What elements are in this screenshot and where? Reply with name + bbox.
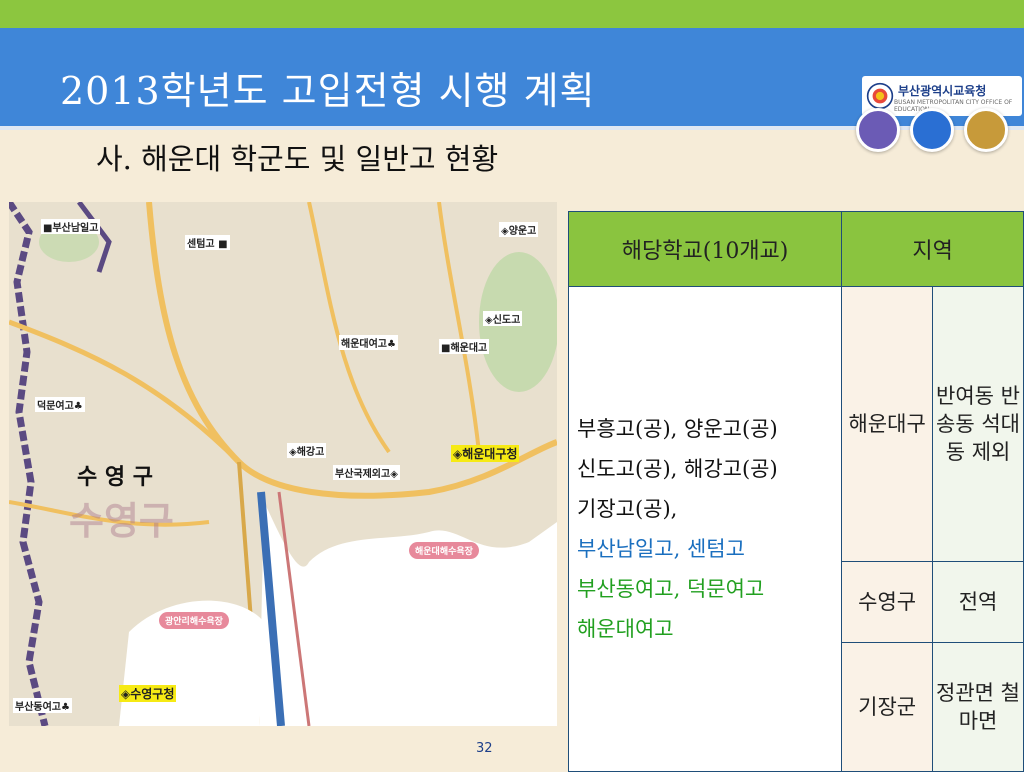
school-entry: 부산남일고, 센텀고: [577, 537, 745, 561]
map-label-busan-dongyeo: 부산동여고♣: [13, 698, 72, 713]
map-label-haeundae-yeogo: 해운대여고♣: [339, 335, 398, 350]
slide-title: 2013학년도 고입전형 시행 계획: [60, 69, 596, 113]
page-number: 32: [476, 741, 493, 756]
school-entry: 신도고(공), 해강고(공): [577, 457, 778, 481]
map-label-haegang: ◈해강고: [287, 443, 327, 458]
map-label-haeundae-office: ◈해운대구청: [451, 445, 520, 462]
decorative-dots: [856, 108, 1016, 152]
area-cell: 정관면 철마면: [932, 642, 1024, 772]
school-table: 해당학교(10개교) 지역 부흥고(공), 양운고(공) 신도고(공), 해강고…: [567, 211, 1024, 772]
top-stripe: [0, 0, 1024, 28]
map-label-deokmun: 덕문여고♣: [35, 397, 85, 412]
area-cell: 전역: [932, 561, 1024, 643]
area-cell: 반여동 반송동 석대동 제외: [932, 286, 1024, 562]
school-district-map: ■부산남일고 센텀고 ■ ◈양운고 ◈신도고 해운대여고♣ ■해운대고 덕문여고…: [9, 202, 557, 726]
school-entry: 기장고(공),: [577, 497, 678, 521]
gu-cell: 기장군: [841, 642, 934, 772]
purple-dot: [856, 108, 900, 152]
slide-subtitle: 사. 해운대 학군도 및 일반고 현황: [96, 142, 499, 176]
map-label-centum: 센텀고 ■: [185, 235, 230, 250]
map-district-watermark: 수영구: [69, 499, 174, 543]
school-entry: 부산동여고, 덕문여고: [577, 577, 765, 601]
gu-cell: 수영구: [841, 561, 934, 643]
map-label-haeundae-go: ■해운대고: [439, 339, 490, 354]
map-label-gukje: 부산국제외고◈: [333, 465, 400, 480]
map-district-label: 수 영 구: [77, 465, 154, 490]
school-entry: 부흥고(공), 양운고(공): [577, 417, 778, 441]
header-school: 해당학교(10개교): [567, 211, 843, 287]
map-label-yangun: ◈양운고: [499, 222, 539, 237]
header-area: 지역: [841, 211, 1024, 287]
map-label-sindo: ◈신도고: [483, 311, 523, 326]
map-label-suyeong-office: ◈수영구청: [119, 685, 177, 702]
map-label-haeundae-beach: 해운대해수욕장: [409, 542, 479, 559]
blue-dot: [910, 108, 954, 152]
map-label-busan-namil: ■부산남일고: [41, 219, 101, 234]
gold-dot: [964, 108, 1008, 152]
gu-cell: 해운대구: [841, 286, 934, 562]
school-list: 부흥고(공), 양운고(공) 신도고(공), 해강고(공) 기장고(공), 부산…: [567, 286, 843, 772]
logo-name: 부산광역시교육청: [898, 83, 987, 98]
school-entry: 해운대여고: [577, 617, 674, 641]
map-label-gwangan-beach: 광안리해수욕장: [159, 612, 229, 629]
